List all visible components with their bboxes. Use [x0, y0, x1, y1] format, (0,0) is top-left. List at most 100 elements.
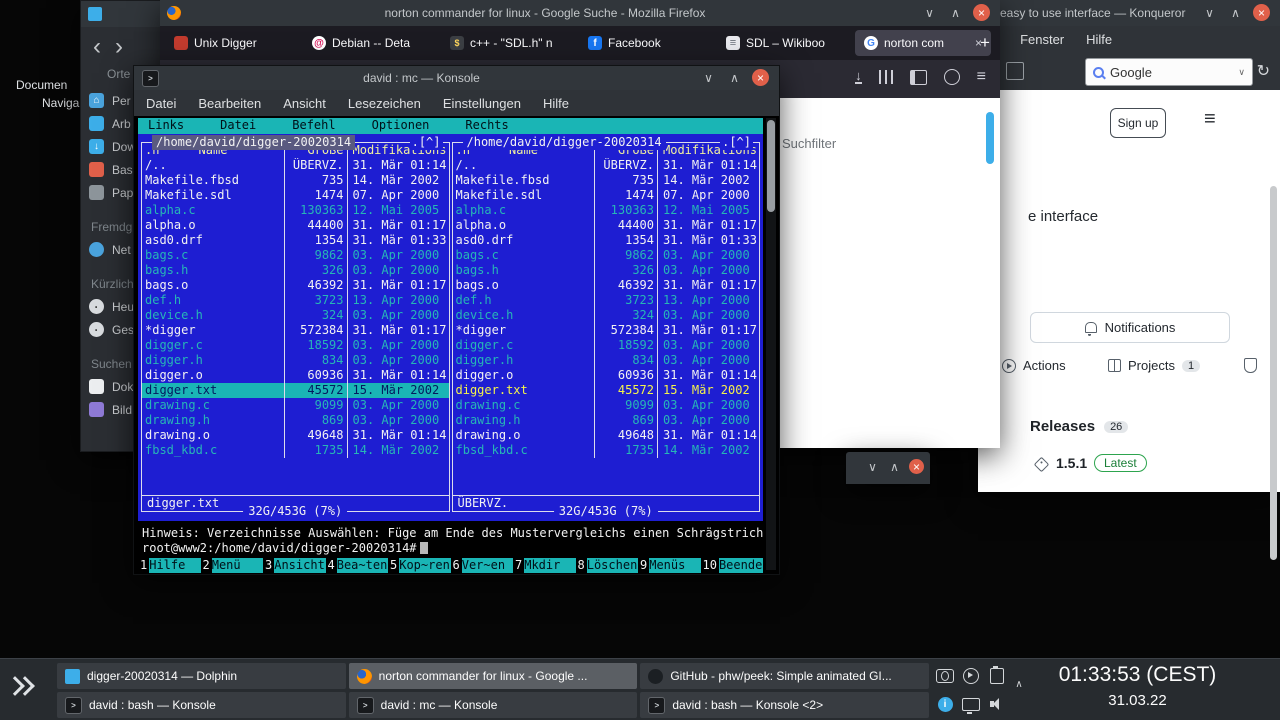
release-version-link[interactable]: 1.5.1	[1056, 455, 1087, 471]
file-row[interactable]: digger.h 834 03. Apr 2000	[142, 353, 449, 368]
browser-tab[interactable]: norton com ×	[855, 30, 991, 56]
digital-clock[interactable]: 01:33:53 (CEST) 31.03.22	[1030, 661, 1245, 713]
close-button[interactable]	[973, 4, 990, 21]
forward-icon[interactable]: ›	[115, 37, 123, 57]
file-row[interactable]: def.h 3723 13. Apr 2000	[453, 293, 760, 308]
maximize-button[interactable]	[1227, 4, 1244, 21]
releases-section-header[interactable]: Releases 26	[1030, 418, 1128, 435]
file-row[interactable]: *digger 572384 31. Mär 01:17	[453, 323, 760, 338]
file-row[interactable]: bags.c 9862 03. Apr 2000	[453, 248, 760, 263]
file-row[interactable]: drawing.h 869 03. Apr 2000	[142, 413, 449, 428]
file-row[interactable]: bags.c 9862 03. Apr 2000	[142, 248, 449, 263]
tray-expander-icon[interactable]	[1008, 673, 1030, 695]
terminal[interactable]: LinksDateiBefehlOptionenRechts /home/dav…	[134, 116, 779, 574]
file-row[interactable]: alpha.o 44400 31. Mär 01:17	[453, 218, 760, 233]
file-row[interactable]: Makefile.sdl 1474 07. Apr 2000	[142, 188, 449, 203]
function-key-button[interactable]: 10 Beenden	[701, 558, 764, 573]
mc-panel-corner[interactable]: .[^]	[410, 135, 443, 150]
maximize-button[interactable]	[887, 459, 902, 474]
menu-item[interactable]: Hilfe	[543, 96, 569, 111]
file-row[interactable]: def.h 3723 13. Apr 2000	[142, 293, 449, 308]
file-row[interactable]: digger.o 60936 31. Mär 01:14	[142, 368, 449, 383]
task-button[interactable]: david : bash — Konsole	[57, 692, 346, 718]
task-button[interactable]: david : bash — Konsole <2>	[640, 692, 929, 718]
konqueror-titlebar[interactable]: easy to use interface — Konqueror	[978, 0, 1280, 26]
mc-menu-item[interactable]: Optionen	[372, 118, 430, 134]
file-row[interactable]: /.. ÜBERVZ. 31. Mär 01:14	[142, 158, 449, 173]
input-method-icon[interactable]	[934, 693, 956, 715]
file-row[interactable]: fbsd_kbd.c 1735 14. Mär 2002	[142, 443, 449, 458]
mc-menu-item[interactable]: Datei	[220, 118, 256, 134]
file-row[interactable]: *digger 572384 31. Mär 01:17	[142, 323, 449, 338]
file-row[interactable]: alpha.c 130363 12. Mai 2005	[453, 203, 760, 218]
search-filter-link[interactable]: Suchfilter	[782, 136, 836, 151]
menu-item[interactable]: Fenster	[1020, 32, 1064, 47]
sign-up-button[interactable]: Sign up	[1110, 108, 1166, 138]
function-key-button[interactable]: 6 Ver~en	[451, 558, 514, 573]
file-row[interactable]: digger.c 18592 03. Apr 2000	[142, 338, 449, 353]
library-icon[interactable]	[879, 70, 893, 84]
menu-item[interactable]: Ansicht	[283, 96, 326, 111]
function-key-button[interactable]: 4 Bea~ten	[326, 558, 389, 573]
minimize-button[interactable]	[865, 459, 880, 474]
menu-item[interactable]: Lesezeichen	[348, 96, 421, 111]
function-key-button[interactable]: 2 Menü	[201, 558, 264, 573]
new-tab-button[interactable]: +	[980, 33, 990, 53]
file-row[interactable]: digger.txt 45572 15. Mär 2002	[453, 383, 760, 398]
tab-security[interactable]	[1244, 358, 1257, 373]
search-engine-combobox[interactable]: Google	[1085, 58, 1253, 86]
firefox-titlebar[interactable]: norton commander for linux - Google Such…	[160, 0, 1000, 26]
toolbar-icon[interactable]	[1006, 62, 1024, 80]
tab-actions[interactable]: Actions	[1002, 358, 1066, 373]
minimize-button[interactable]	[921, 4, 938, 21]
mc-panel-path[interactable]: /home/david/digger-20020314	[152, 135, 355, 150]
task-button[interactable]: digger-20020314 — Dolphin	[57, 663, 346, 689]
file-row[interactable]: drawing.c 9099 03. Apr 2000	[142, 398, 449, 413]
media-player-icon[interactable]	[960, 665, 982, 687]
task-button[interactable]: david : mc — Konsole	[349, 692, 638, 718]
konsole-titlebar[interactable]: david : mc — Konsole	[134, 66, 779, 90]
function-key-button[interactable]: 8 Löschen	[576, 558, 639, 573]
tab-projects[interactable]: Projects 1	[1108, 358, 1200, 373]
task-button[interactable]: norton commander for linux - Google ...	[349, 663, 638, 689]
file-row[interactable]: digger.o 60936 31. Mär 01:14	[453, 368, 760, 383]
function-key-button[interactable]: 3 Ansicht	[263, 558, 326, 573]
background-window-titlebar[interactable]	[846, 452, 930, 484]
mc-menu-item[interactable]: Befehl	[292, 118, 335, 134]
file-row[interactable]: alpha.c 130363 12. Mai 2005	[142, 203, 449, 218]
browser-tab[interactable]: c++ - "SDL.h" n ×	[441, 30, 577, 56]
file-row[interactable]: device.h 324 03. Apr 2000	[453, 308, 760, 323]
minimize-button[interactable]	[700, 69, 717, 86]
account-icon[interactable]	[944, 69, 960, 85]
hamburger-menu-icon[interactable]	[1204, 108, 1216, 131]
display-icon[interactable]	[960, 693, 982, 715]
menu-item[interactable]: Datei	[146, 96, 176, 111]
scrollbar[interactable]	[986, 112, 994, 164]
file-row[interactable]: Makefile.sdl 1474 07. Apr 2000	[453, 188, 760, 203]
volume-icon[interactable]	[986, 693, 1008, 715]
mc-command-line[interactable]: root@www2:/home/david/digger-20020314#	[138, 541, 763, 556]
function-key-button[interactable]: 1 Hilfe	[138, 558, 201, 573]
function-key-button[interactable]: 7 Mkdir	[513, 558, 576, 573]
downloads-icon[interactable]	[855, 70, 862, 84]
close-button[interactable]	[1253, 4, 1270, 21]
notifications-button[interactable]: Notifications	[1030, 312, 1230, 343]
app-launcher-button[interactable]	[8, 679, 32, 693]
mc-panel-corner[interactable]: .[^]	[720, 135, 753, 150]
menu-item[interactable]: Bearbeiten	[198, 96, 261, 111]
file-row[interactable]: Makefile.fbsd 735 14. Mär 2002	[142, 173, 449, 188]
menu-item[interactable]: Einstellungen	[443, 96, 521, 111]
maximize-button[interactable]	[726, 69, 743, 86]
browser-tab[interactable]: Unix Digger ×	[165, 30, 301, 56]
file-row[interactable]: asd0.drf 1354 31. Mär 01:33	[453, 233, 760, 248]
scrollbar[interactable]	[1270, 186, 1277, 560]
file-row[interactable]: /.. ÜBERVZ. 31. Mär 01:14	[453, 158, 760, 173]
file-row[interactable]: fbsd_kbd.c 1735 14. Mär 2002	[453, 443, 760, 458]
file-row[interactable]: bags.o 46392 31. Mär 01:17	[142, 278, 449, 293]
function-key-button[interactable]: 5 Kop~ren	[388, 558, 451, 573]
task-button[interactable]: GitHub - phw/peek: Simple animated GI...	[640, 663, 929, 689]
file-row[interactable]: digger.c 18592 03. Apr 2000	[453, 338, 760, 353]
close-button[interactable]	[909, 459, 924, 474]
menu-item[interactable]: Hilfe	[1086, 32, 1112, 47]
minimize-button[interactable]	[1201, 4, 1218, 21]
